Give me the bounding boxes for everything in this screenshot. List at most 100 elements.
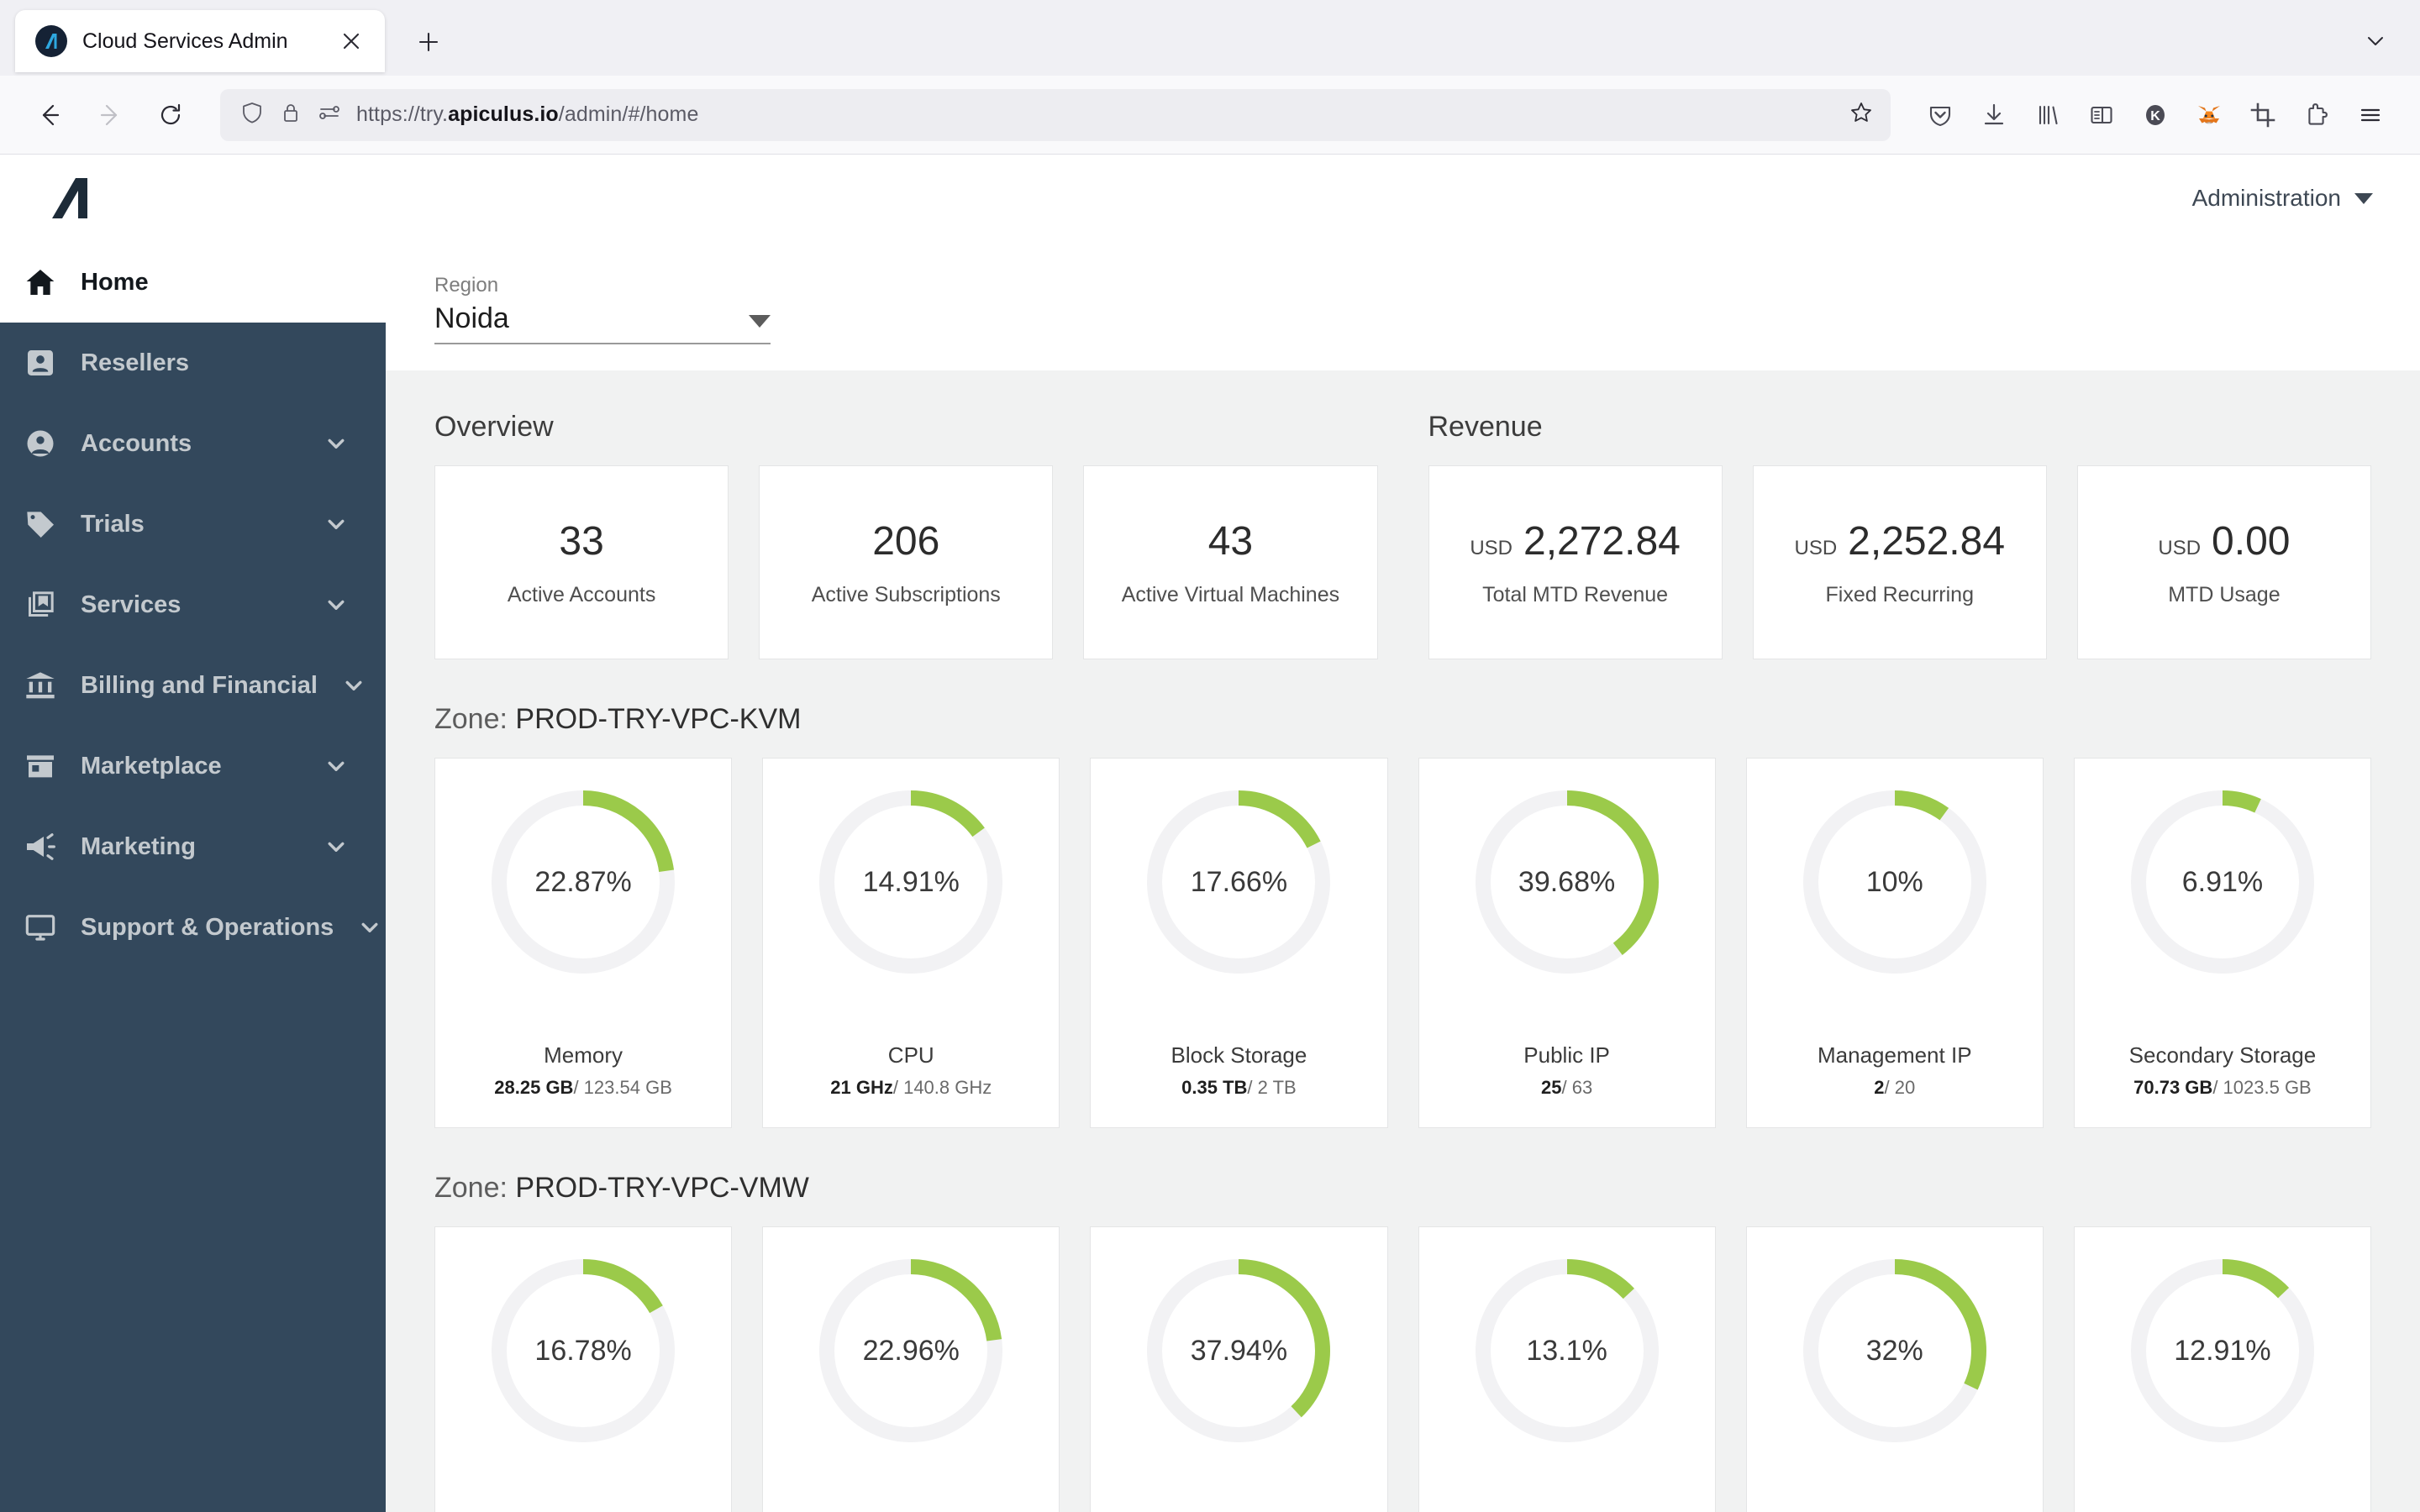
region-selector[interactable]: Region Noida: [434, 274, 771, 344]
browser-window: Cloud Services Admin https://try.apiculu…: [0, 0, 2420, 1512]
resource-gauge-card[interactable]: 10% Management IP 2/ 20: [1745, 758, 2044, 1128]
gauge-resource-name: Memory: [544, 1042, 623, 1068]
browser-tab[interactable]: Cloud Services Admin: [15, 10, 385, 72]
gauge-used-value: 70.73 GB: [2133, 1077, 2213, 1098]
chevron-down-icon[interactable]: [322, 752, 350, 780]
sidebar-item-services[interactable]: Services: [0, 564, 386, 645]
stat-label: Active Virtual Machines: [1121, 582, 1340, 606]
resource-gauge-card[interactable]: 37.94%: [1090, 1226, 1388, 1512]
reload-icon[interactable]: [145, 89, 197, 141]
gauge-ring: 16.78%: [483, 1251, 683, 1451]
dashboard-scroll-area[interactable]: Overview 33 Active Accounts 206 Active Subs…: [386, 370, 2420, 1512]
screenshot-crop-icon[interactable]: [2237, 89, 2289, 141]
account-menu[interactable]: Administration: [2192, 185, 2373, 212]
resource-gauge-card[interactable]: 13.1%: [1418, 1226, 1716, 1512]
gauge-ring: 12.91%: [2123, 1251, 2323, 1451]
url-text[interactable]: https://try.apiculus.io/admin/#/home: [356, 102, 1833, 127]
sidebar-item-accounts[interactable]: Accounts: [0, 403, 386, 484]
gauge-percent-label: 16.78%: [534, 1334, 632, 1367]
zones-container: Zone: PROD-TRY-VPC-KVM 22.87% Memory 28.25 …: [434, 703, 2372, 1512]
gauge-resource-name: Secondary Storage: [2128, 1042, 2317, 1068]
chevron-down-icon[interactable]: [322, 832, 350, 861]
list-all-tabs-icon[interactable]: [2353, 18, 2398, 64]
zone-name: PROD-TRY-VPC-VMW: [515, 1172, 809, 1204]
downloads-icon[interactable]: [1968, 89, 2020, 141]
revenue-stat-card[interactable]: USD 0.00 MTD Usage: [2076, 465, 2372, 659]
revenue-stat-card[interactable]: USD 2,272.84 Total MTD Revenue: [1428, 465, 1723, 659]
new-tab-button[interactable]: [403, 17, 454, 67]
sidebar-item-support-operations[interactable]: Support & Operations: [0, 887, 386, 968]
sidebar-item-label: Home: [81, 268, 149, 296]
gauge-usage-text: 21 GHz/ 140.8 GHz: [830, 1077, 992, 1099]
revenue-stat-card[interactable]: USD 2,252.84 Fixed Recurring: [1752, 465, 2047, 659]
extensions-puzzle-icon[interactable]: [2291, 89, 2343, 141]
library-icon[interactable]: [2022, 89, 2074, 141]
gauge-used-value: 28.25 GB: [494, 1077, 574, 1098]
gauge-ring: 14.91%: [811, 782, 1011, 982]
sidebar-item-marketplace[interactable]: Marketplace: [0, 726, 386, 806]
section-title-revenue: Revenue: [1428, 411, 1543, 443]
stat-label: Active Subscriptions: [811, 582, 1001, 606]
gauge-footer: Block Storage 0.35 TB/ 2 TB: [1171, 1042, 1307, 1127]
chevron-down-icon[interactable]: [322, 591, 350, 619]
stat-money: USD 0.00: [2158, 518, 2290, 564]
region-bar: Region Noida: [386, 242, 2420, 370]
chevron-down-icon[interactable]: [322, 429, 350, 458]
star-icon[interactable]: [1849, 100, 1874, 129]
monitor-icon: [22, 909, 59, 946]
sidebar-item-marketing[interactable]: Marketing: [0, 806, 386, 887]
home-icon: [22, 264, 59, 301]
gauge-footer: Management IP 2/ 20: [1818, 1042, 1972, 1127]
gauge-percent-label: 13.1%: [1526, 1334, 1607, 1367]
sidebar-icon[interactable]: [2075, 89, 2128, 141]
gauge-used-value: 2: [1874, 1077, 1885, 1098]
resource-gauge-card[interactable]: 12.91%: [2073, 1226, 2372, 1512]
resource-gauge-card[interactable]: 32%: [1745, 1226, 2044, 1512]
tab-title: Cloud Services Admin: [82, 29, 288, 53]
metamask-fox-icon[interactable]: [2183, 89, 2235, 141]
close-icon[interactable]: [334, 24, 368, 58]
chevron-down-icon[interactable]: [355, 913, 384, 942]
revenue-section: Revenue USD 2,272.84 Total MTD Revenue USD 2…: [1428, 411, 2372, 659]
sidebar-item-resellers[interactable]: Resellers: [0, 323, 386, 403]
gauge-usage-text: 70.73 GB/ 1023.5 GB: [2129, 1077, 2317, 1099]
chevron-down-icon: [749, 315, 771, 328]
sidebar-item-label: Accounts: [81, 429, 192, 457]
tab-strip-actions: [2353, 18, 2398, 64]
zone-name: PROD-TRY-VPC-KVM: [515, 703, 802, 735]
stat-label: Active Accounts: [507, 582, 656, 606]
lock-icon[interactable]: [279, 101, 302, 129]
region-select-control[interactable]: Noida: [434, 302, 771, 344]
gauge-percent-label: 32%: [1865, 1334, 1923, 1367]
sidebar-item-billing-and-financial[interactable]: Billing and Financial: [0, 645, 386, 726]
tag-icon: [22, 506, 59, 543]
pocket-save-icon[interactable]: [1914, 89, 1966, 141]
resource-gauge-card[interactable]: 39.68% Public IP 25/ 63: [1418, 758, 1716, 1128]
overview-stat-card[interactable]: 206 Active Subscriptions: [759, 465, 1054, 659]
resource-gauge-card[interactable]: 17.66% Block Storage 0.35 TB/ 2 TB: [1090, 758, 1388, 1128]
shield-icon[interactable]: [240, 101, 264, 129]
forward-arrow-icon[interactable]: [84, 89, 136, 141]
sidebar-item-trials[interactable]: Trials: [0, 484, 386, 564]
overview-stat-card[interactable]: 33 Active Accounts: [434, 465, 729, 659]
apiculus-brand-logo[interactable]: APICULUS: [50, 174, 87, 223]
resource-gauge-card[interactable]: 14.91% CPU 21 GHz/ 140.8 GHz: [762, 758, 1060, 1128]
address-bar[interactable]: https://try.apiculus.io/admin/#/home: [220, 88, 1891, 141]
gauge-percent-label: 22.87%: [534, 865, 632, 898]
back-arrow-icon[interactable]: [24, 89, 76, 141]
resource-gauge-card[interactable]: 22.87% Memory 28.25 GB/ 123.54 GB: [434, 758, 733, 1128]
k-extension-icon[interactable]: K: [2129, 89, 2181, 141]
overview-stat-card[interactable]: 43 Active Virtual Machines: [1083, 465, 1378, 659]
sidebar-item-home[interactable]: Home: [0, 242, 386, 323]
gauge-percent-label: 12.91%: [2174, 1334, 2271, 1367]
app-menu-icon[interactable]: [2344, 89, 2396, 141]
resource-gauge-card[interactable]: 6.91% Secondary Storage 70.73 GB/ 1023.5 G…: [2073, 758, 2372, 1128]
resource-gauge-card[interactable]: 22.96%: [762, 1226, 1060, 1512]
chevron-down-icon[interactable]: [339, 671, 368, 700]
gauge-usage-text: 25/ 63: [1523, 1077, 1610, 1099]
chevron-down-icon[interactable]: [322, 510, 350, 538]
gauge-percent-label: 22.96%: [862, 1334, 960, 1367]
gauge-footer: CPU 21 GHz/ 140.8 GHz: [830, 1042, 992, 1127]
resource-gauge-card[interactable]: 16.78%: [434, 1226, 733, 1512]
permissions-icon[interactable]: [318, 101, 341, 129]
